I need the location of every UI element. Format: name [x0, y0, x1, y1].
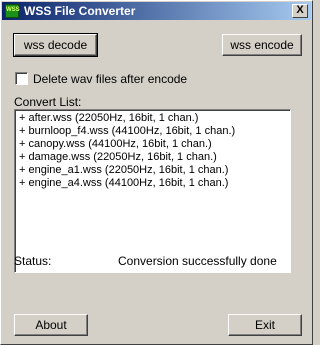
list-item[interactable]: + burnloop_f4.wss (44100Hz, 16bit, 1 cha…: [19, 125, 290, 138]
convert-list[interactable]: + after.wss (22050Hz, 16bit, 1 chan.) + …: [14, 109, 291, 273]
status-label: Status:: [14, 254, 52, 268]
status-value: Conversion successfully done: [118, 254, 277, 268]
list-item[interactable]: + canopy.wss (44100Hz, 16bit, 1 chan.): [19, 138, 290, 151]
delete-wav-checkbox[interactable]: [15, 72, 28, 85]
about-button[interactable]: About: [14, 314, 88, 336]
close-icon: X: [296, 4, 304, 16]
wss-decode-button[interactable]: wss decode: [13, 33, 98, 57]
list-item[interactable]: + after.wss (22050Hz, 16bit, 1 chan.): [19, 112, 290, 125]
exit-button[interactable]: Exit: [228, 314, 302, 336]
list-item[interactable]: + damage.wss (22050Hz, 16bit, 1 chan.): [19, 151, 290, 164]
wss-app-icon: WSS: [5, 4, 20, 18]
list-item[interactable]: + engine_a1.wss (22050Hz, 16bit, 1 chan.…: [19, 164, 290, 177]
delete-wav-label[interactable]: Delete wav files after encode: [33, 72, 187, 86]
close-button[interactable]: X: [292, 4, 308, 18]
window-title: WSS File Converter: [24, 4, 136, 18]
title-bar[interactable]: WSS WSS File Converter X: [2, 2, 311, 20]
convert-list-label: Convert List:: [14, 95, 82, 109]
wss-encode-button[interactable]: wss encode: [222, 34, 302, 56]
wss-converter-window: WSS WSS File Converter X wss decode wss …: [0, 0, 313, 345]
list-item[interactable]: + engine_a4.wss (44100Hz, 16bit, 1 chan.…: [19, 177, 290, 190]
